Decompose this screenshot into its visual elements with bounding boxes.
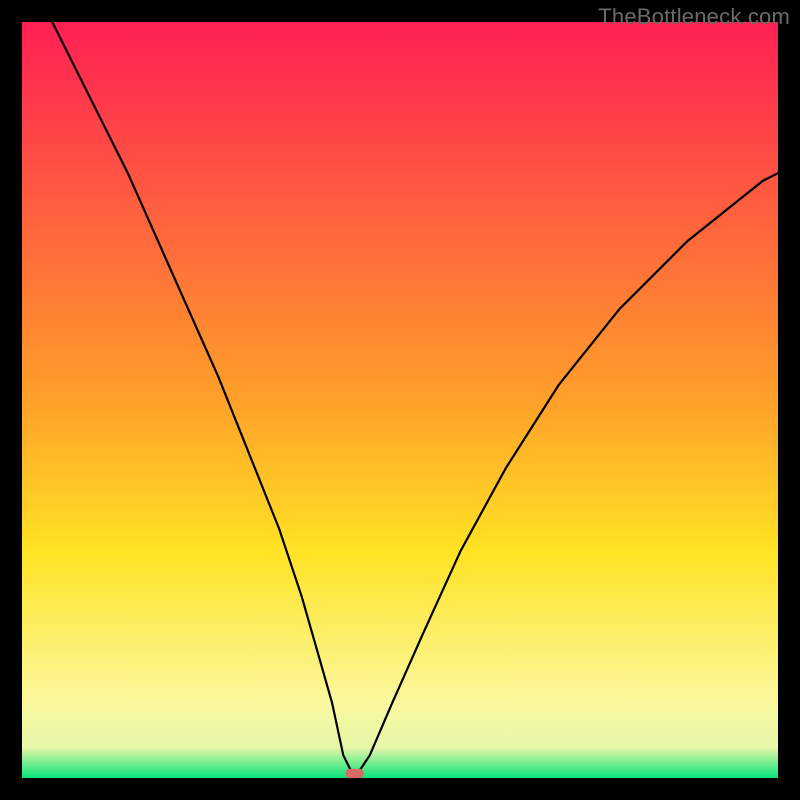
bottleneck-chart: [22, 22, 778, 778]
chart-frame: [22, 22, 778, 778]
watermark-text: TheBottleneck.com: [598, 4, 790, 30]
gradient-background: [22, 22, 778, 778]
optimal-point-marker: [346, 769, 364, 778]
